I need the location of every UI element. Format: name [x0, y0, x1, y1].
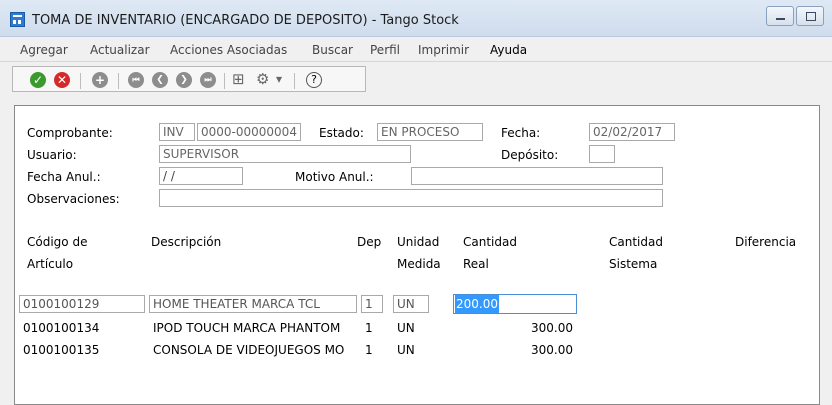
settings-icon[interactable]: ⚙	[256, 70, 269, 88]
row3-cantidad-real[interactable]: 300.00	[495, 343, 573, 357]
cancel-icon[interactable]: ✕	[54, 72, 70, 88]
col-header-cantidad-real: Cantidad	[463, 235, 517, 249]
col-header-cantidad-sistema-2: Sistema	[609, 257, 658, 271]
comprobante-type-field[interactable]: INV	[159, 123, 195, 141]
col-header-codigo-2: Artículo	[27, 257, 74, 271]
comprobante-label: Comprobante:	[27, 126, 113, 140]
estado-label: Estado:	[319, 126, 364, 140]
row1-codigo[interactable]: 0100100129	[19, 295, 145, 313]
row1-descripcion[interactable]: HOME THEATER MARCA TCL	[149, 295, 357, 313]
menu-agregar[interactable]: Agregar	[20, 43, 68, 57]
inventory-form: Comprobante: INV 0000-00000004 Estado: E…	[14, 105, 820, 405]
row1-cantidad-real-input[interactable]: 200.00	[453, 294, 577, 314]
col-header-unidad: Unidad	[397, 235, 440, 249]
window-title: TOMA DE INVENTARIO (ENCARGADO DE DEPOSIT…	[32, 13, 459, 28]
accept-icon[interactable]: ✓	[30, 72, 46, 88]
col-header-codigo: Código de	[27, 235, 88, 249]
dropdown-icon[interactable]: ▾	[276, 72, 282, 86]
row2-unidad[interactable]: UN	[397, 321, 415, 335]
menu-imprimir[interactable]: Imprimir	[418, 43, 469, 57]
previous-icon[interactable]: ❮	[152, 72, 168, 88]
menu-ayuda[interactable]: Ayuda	[490, 43, 527, 57]
col-header-unidad-2: Medida	[397, 257, 441, 271]
usuario-label: Usuario:	[27, 148, 77, 162]
col-header-diferencia: Diferencia	[735, 235, 797, 249]
deposito-field[interactable]	[589, 145, 615, 163]
minimize-button[interactable]	[766, 6, 794, 26]
row3-unidad[interactable]: UN	[397, 343, 415, 357]
toolbar-separator	[118, 73, 119, 89]
row2-codigo[interactable]: 0100100134	[23, 321, 99, 335]
toolbar: ✓ ✕ + ⏮ ❮ ❯ ⏭ ⊞ ⚙ ▾ ?	[0, 62, 832, 96]
fecha-field[interactable]: 02/02/2017	[589, 123, 675, 141]
col-header-descripcion: Descripción	[151, 235, 222, 249]
menu-bar: Agregar Actualizar Acciones Asociadas Bu…	[0, 37, 832, 62]
maximize-button[interactable]	[796, 6, 824, 26]
menu-acciones-asociadas[interactable]: Acciones Asociadas	[170, 43, 287, 57]
observaciones-field[interactable]	[159, 189, 663, 207]
motivo-anul-label: Motivo Anul.:	[295, 170, 374, 184]
left-edge	[0, 62, 4, 396]
row1-unidad[interactable]: UN	[393, 295, 429, 313]
menu-actualizar[interactable]: Actualizar	[90, 43, 150, 57]
app-icon	[10, 12, 25, 27]
fecha-label: Fecha:	[501, 126, 541, 140]
row3-dep[interactable]: 1	[365, 343, 373, 357]
comprobante-number-field[interactable]: 0000-00000004	[197, 123, 301, 141]
toolbar-separator	[224, 73, 225, 89]
fecha-anul-label: Fecha Anul.:	[27, 170, 101, 184]
row2-dep[interactable]: 1	[365, 321, 373, 335]
menu-perfil[interactable]: Perfil	[370, 43, 400, 57]
col-header-cantidad-sistema: Cantidad	[609, 235, 663, 249]
row3-codigo[interactable]: 0100100135	[23, 343, 99, 357]
observaciones-label: Observaciones:	[27, 192, 120, 206]
toolbar-separator	[80, 73, 81, 89]
motivo-anul-field[interactable]	[411, 167, 663, 185]
menu-buscar[interactable]: Buscar	[312, 43, 353, 57]
row2-cantidad-real[interactable]: 300.00	[495, 321, 573, 335]
last-icon[interactable]: ⏭	[200, 72, 216, 88]
usuario-field[interactable]: SUPERVISOR	[159, 145, 411, 163]
estado-field[interactable]: EN PROCESO	[377, 123, 483, 141]
add-icon[interactable]: +	[92, 72, 108, 88]
row1-cantidad-real-selected: 200.00	[455, 295, 499, 313]
row1-dep[interactable]: 1	[361, 295, 383, 313]
fecha-anul-field[interactable]: / /	[159, 167, 243, 185]
row3-descripcion[interactable]: CONSOLA DE VIDEOJUEGOS MO	[153, 343, 344, 357]
row2-descripcion[interactable]: IPOD TOUCH MARCA PHANTOM	[153, 321, 340, 335]
deposito-label: Depósito:	[501, 148, 559, 162]
first-icon[interactable]: ⏮	[128, 72, 144, 88]
col-header-cantidad-real-2: Real	[463, 257, 489, 271]
col-header-dep: Dep	[357, 235, 382, 249]
toolbar-separator	[294, 73, 295, 89]
help-icon[interactable]: ?	[306, 72, 322, 88]
binoculars-icon[interactable]: ⊞	[232, 70, 245, 88]
title-bar: TOMA DE INVENTARIO (ENCARGADO DE DEPOSIT…	[0, 0, 832, 37]
next-icon[interactable]: ❯	[176, 72, 192, 88]
